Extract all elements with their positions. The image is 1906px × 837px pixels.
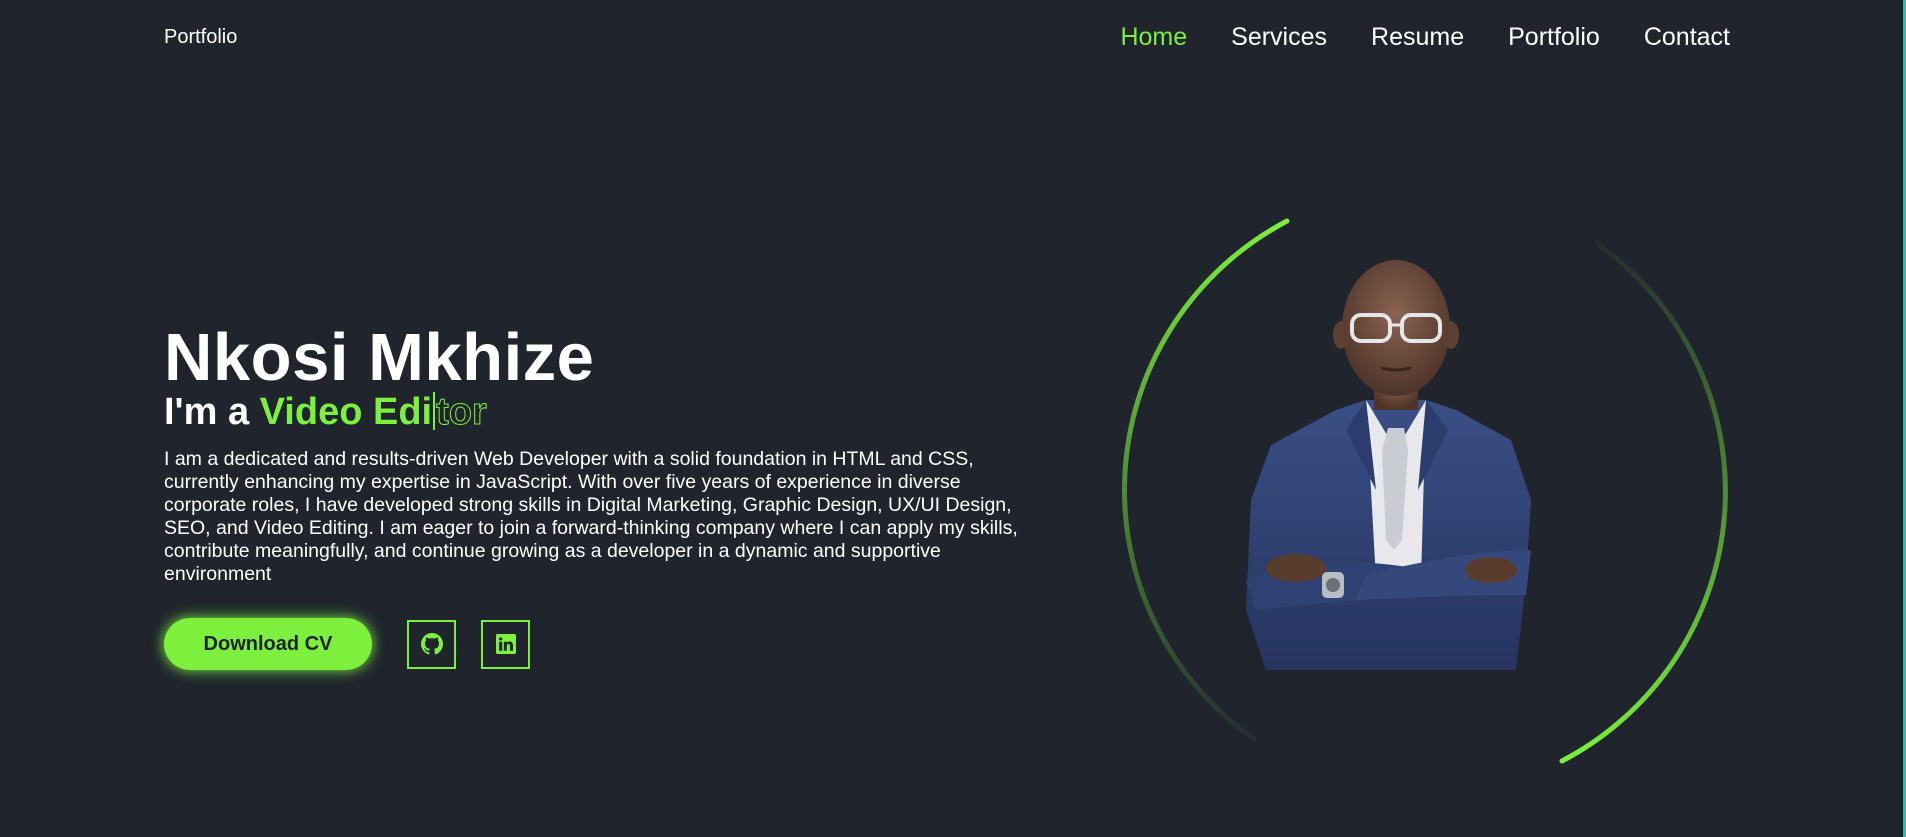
hero-role: I'm a Video Edi tor: [164, 390, 1044, 434]
hero-actions: Download CV: [164, 618, 1044, 670]
profile-photo: [1246, 260, 1531, 670]
github-icon: [420, 633, 443, 655]
hero-description: I am a dedicated and results-driven Web …: [164, 448, 1018, 585]
nav-contact[interactable]: Contact: [1644, 22, 1730, 52]
download-cv-button[interactable]: Download CV: [164, 618, 372, 670]
role-typed-text: Video Edi: [259, 391, 433, 433]
role-prefix: I'm a: [164, 391, 260, 433]
nav-services[interactable]: Services: [1231, 22, 1327, 52]
nav-portfolio[interactable]: Portfolio: [1508, 22, 1600, 52]
main-nav: Home Services Resume Portfolio Contact: [1120, 22, 1730, 52]
page: Portfolio Home Services Resume Portfolio…: [0, 0, 1906, 837]
nav-home[interactable]: Home: [1120, 22, 1187, 52]
hero-section: Nkosi Mkhize I'm a Video Edi tor I am a d…: [164, 322, 1044, 670]
logo-link[interactable]: Portfolio: [164, 26, 237, 49]
linkedin-icon: [495, 634, 516, 654]
nav-resume[interactable]: Resume: [1371, 22, 1464, 52]
linkedin-link[interactable]: [481, 619, 530, 669]
typing-caret: [433, 392, 436, 430]
role-ghost-text: tor: [436, 391, 488, 434]
github-link[interactable]: [407, 619, 456, 669]
hero-image-area: [1100, 210, 1740, 790]
hero-name: Nkosi Mkhize: [164, 320, 595, 395]
site-header: Portfolio Home Services Resume Portfolio…: [0, 0, 1906, 76]
